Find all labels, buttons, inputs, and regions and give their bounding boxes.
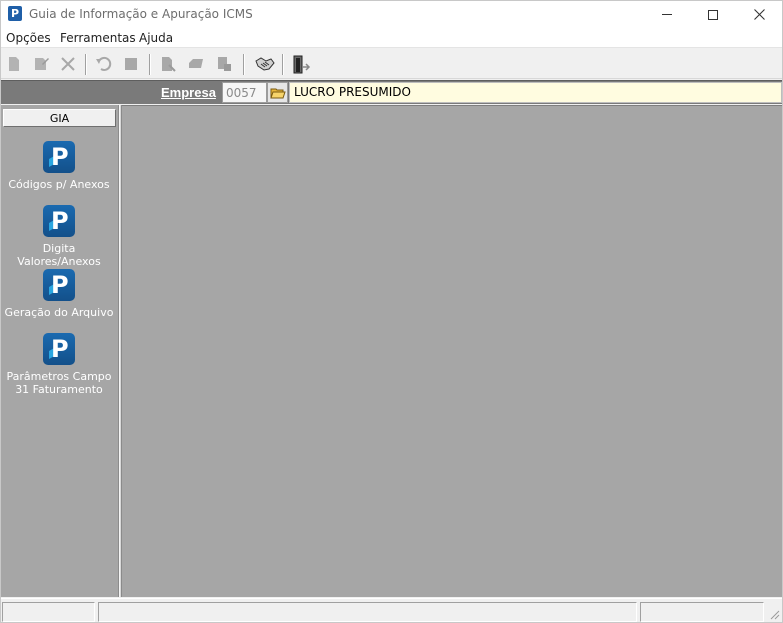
print-icon (189, 59, 203, 68)
report-button[interactable] (159, 55, 177, 73)
sidebar-item-label: Digita Valores/Anexos (17, 242, 101, 268)
toolbar-separator (85, 54, 87, 75)
menu-ajuda[interactable]: Ajuda (139, 31, 173, 45)
status-panel-1 (2, 602, 95, 622)
folder-open-icon (270, 88, 286, 99)
title-bar[interactable]: P Guia de Informação e Apuração ICMS (1, 1, 782, 28)
app-logo-icon: P (8, 6, 22, 21)
print-preview-button[interactable] (215, 55, 233, 73)
sidebar-item-label: Parâmetros Campo 31 Faturamento (6, 370, 112, 396)
maximize-icon (708, 9, 718, 20)
window-title: Guia de Informação e Apuração ICMS (29, 7, 253, 21)
menu-ferramentas[interactable]: Ferramentas (60, 31, 136, 45)
empresa-code-field[interactable]: 0057 (222, 82, 267, 103)
sidebar-item-geracao-arquivo[interactable]: P Geração do Arquivo (1, 269, 117, 319)
exit-door-icon (293, 55, 311, 74)
empresa-label: Empresa (161, 85, 216, 100)
minimize-button[interactable] (644, 1, 690, 28)
menu-opcoes[interactable]: Opções (6, 31, 51, 45)
stop-button[interactable] (122, 55, 140, 73)
handshake-button[interactable] (255, 55, 275, 73)
stop-icon (125, 58, 137, 70)
sidebar-item-label: Geração do Arquivo (4, 306, 114, 319)
edit-document-button[interactable] (32, 55, 50, 73)
mdi-workspace (122, 105, 782, 597)
print-button[interactable] (187, 55, 205, 73)
delete-button[interactable] (59, 55, 77, 73)
resize-grip-icon[interactable] (768, 608, 780, 620)
toolbar-separator (282, 54, 284, 75)
sidebar-item-parametros-campo31[interactable]: P Parâmetros Campo 31 Faturamento (1, 333, 117, 396)
new-document-icon (9, 57, 19, 71)
sidebar: GIA P Códigos p/ Anexos P Digita Valores… (1, 105, 119, 597)
status-panel-2 (98, 602, 637, 622)
p-app-icon: P (43, 333, 75, 365)
empresa-bar: Empresa 0057 LUCRO PRESUMIDO (1, 80, 782, 104)
p-app-icon: P (43, 269, 75, 301)
p-app-icon: P (43, 141, 75, 173)
delete-x-icon (61, 57, 75, 71)
menu-bar: Opções Ferramentas Ajuda (1, 28, 782, 48)
sidebar-header-gia[interactable]: GIA (3, 109, 116, 127)
toolbar-separator (243, 54, 245, 75)
empresa-name-field: LUCRO PRESUMIDO (289, 82, 782, 103)
sidebar-item-digita-valores[interactable]: P Digita Valores/Anexos (1, 205, 117, 268)
undo-button[interactable] (95, 55, 113, 73)
maximize-button[interactable] (690, 1, 736, 28)
exit-button[interactable] (291, 55, 311, 74)
print-preview-icon (218, 57, 231, 71)
p-app-icon: P (43, 205, 75, 237)
edit-document-icon (35, 58, 49, 70)
new-document-button[interactable] (5, 55, 23, 73)
close-icon (753, 9, 765, 20)
toolbar-separator (149, 54, 151, 75)
toolbar (1, 49, 782, 79)
status-bar (1, 598, 782, 622)
minimize-icon (662, 14, 672, 15)
status-panel-3 (640, 602, 764, 622)
close-button[interactable] (736, 1, 782, 28)
undo-icon (96, 56, 112, 71)
app-window: P Guia de Informação e Apuração ICMS Opç… (0, 0, 783, 623)
empresa-open-button[interactable] (267, 82, 288, 103)
report-icon (162, 57, 176, 72)
sidebar-item-codigos-anexos[interactable]: P Códigos p/ Anexos (1, 141, 117, 191)
handshake-icon (255, 57, 275, 71)
sidebar-item-label: Códigos p/ Anexos (8, 178, 110, 191)
